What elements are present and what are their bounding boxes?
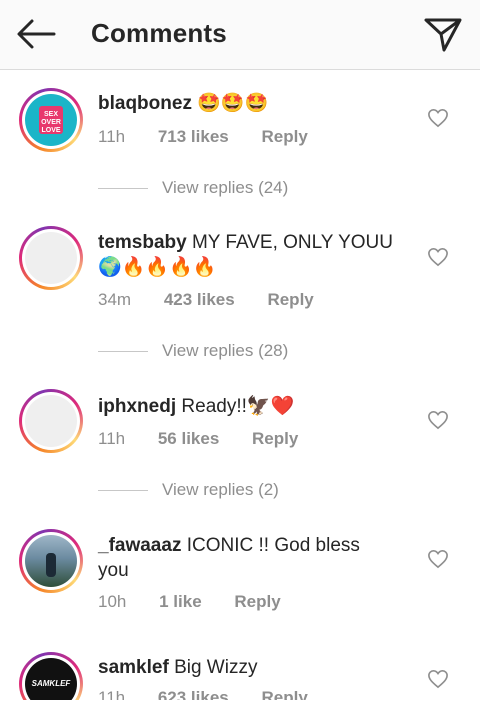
share-button[interactable]: [420, 12, 466, 54]
avatar[interactable]: SEX OVER LOVE: [19, 88, 83, 152]
comment-time: 34m: [98, 290, 132, 309]
comment-time: 11h: [98, 429, 126, 448]
comment-username[interactable]: temsbaby: [98, 232, 187, 253]
reply-button[interactable]: Reply: [261, 127, 307, 147]
reply-button[interactable]: Reply: [267, 290, 313, 310]
avatar-figure: [46, 553, 56, 577]
comment-text: 🤩🤩🤩: [197, 93, 269, 114]
likes-count[interactable]: 56 likes: [158, 429, 219, 449]
view-replies-text: View replies (24): [162, 178, 289, 197]
arrow-left-icon: [17, 19, 56, 49]
paper-plane-icon: [424, 18, 462, 52]
comment-text-line2: 🌍🔥🔥🔥🔥: [98, 257, 217, 278]
heart-icon[interactable]: [427, 108, 449, 128]
heart-icon[interactable]: [427, 549, 449, 569]
view-replies-text: View replies (2): [162, 480, 279, 499]
avatar[interactable]: [19, 226, 83, 290]
heart-icon[interactable]: [427, 410, 449, 430]
header-bar: Comments: [0, 0, 480, 70]
comment-text: ICONIC !! God bless: [186, 535, 360, 556]
comment-username[interactable]: iphxnedj: [98, 396, 176, 417]
avatar[interactable]: [19, 529, 83, 593]
heart-icon[interactable]: [427, 669, 449, 689]
comment-time: 10h: [98, 592, 127, 611]
avatar-text: SAMKLEF: [31, 679, 71, 688]
comment-username[interactable]: samklef: [98, 657, 169, 678]
page-title: Comments: [91, 18, 227, 48]
avatar[interactable]: [19, 389, 83, 453]
reply-button[interactable]: Reply: [234, 592, 280, 612]
comment-username[interactable]: blaqbonez: [98, 93, 192, 114]
likes-count[interactable]: 713 likes: [158, 127, 229, 147]
avatar-text: SEX OVER LOVE: [41, 111, 61, 134]
likes-count[interactable]: 1 like: [159, 592, 202, 612]
likes-count[interactable]: 423 likes: [164, 290, 235, 310]
comment-text: Big Wizzy: [174, 657, 258, 678]
reply-button[interactable]: Reply: [252, 429, 298, 449]
comment-text-line2: you: [98, 560, 129, 581]
comment-username[interactable]: _fawaaaz: [98, 535, 181, 556]
comment-input-bar-edge: [0, 700, 480, 718]
view-replies-text: View replies (28): [162, 341, 289, 360]
comment-time: 11h: [98, 127, 126, 146]
comment-text: Ready!!🦅❤️: [181, 396, 295, 417]
comment-text: MY FAVE, ONLY YOUU: [191, 232, 393, 253]
heart-icon[interactable]: [427, 247, 449, 267]
back-button[interactable]: [14, 16, 58, 52]
